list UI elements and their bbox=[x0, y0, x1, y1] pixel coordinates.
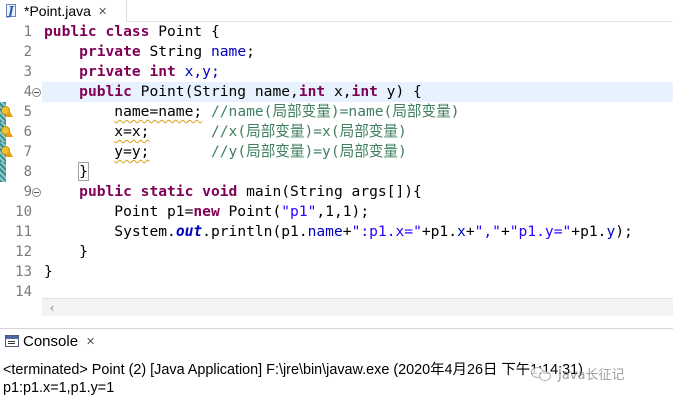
horizontal-scrollbar[interactable]: ‹ bbox=[42, 298, 673, 316]
line-number-gutter: 1 2 3 4 5 6 7 8 9 10 11 12 13 14 bbox=[0, 22, 42, 298]
editor-tab-bar: J *Point.java ✕ bbox=[0, 0, 673, 22]
warning-lightbulb-icon[interactable] bbox=[1, 146, 13, 158]
watermark-text: Java长征记 bbox=[558, 368, 625, 383]
console-icon bbox=[5, 335, 19, 347]
editor-tab-title: *Point.java bbox=[24, 3, 91, 19]
console-tab[interactable]: Console ✕ bbox=[0, 329, 95, 353]
current-code-line: public Point(String name,int x,int y) { bbox=[42, 82, 673, 102]
line-number: 11 bbox=[15, 224, 32, 240]
code-line: name=name; //name(局部变量)=name(局部变量) bbox=[114, 103, 460, 120]
warning-lightbulb-icon[interactable] bbox=[1, 106, 13, 118]
close-icon[interactable]: ✕ bbox=[86, 335, 95, 348]
console-tab-title: Console bbox=[23, 332, 79, 350]
fold-toggle-icon[interactable] bbox=[32, 88, 41, 97]
line-number: 13 bbox=[15, 264, 32, 280]
line-number: 8 bbox=[23, 164, 32, 180]
wechat-icon bbox=[531, 366, 553, 382]
code-line: x=x; //x(局部变量)=x(局部变量) bbox=[114, 123, 407, 140]
code-line: System.out.println(p1.name+":p1.x="+p1.x… bbox=[114, 223, 633, 240]
line-number: 1 bbox=[23, 24, 32, 40]
code-line: public static void main(String args[]){ bbox=[79, 183, 422, 200]
watermark: Java长征记 bbox=[531, 364, 624, 383]
console-tab-bar: Console ✕ bbox=[0, 328, 673, 352]
warning-lightbulb-icon[interactable] bbox=[1, 126, 13, 138]
line-number: 10 bbox=[15, 204, 32, 220]
editor-tab-point-java[interactable]: J *Point.java ✕ bbox=[0, 0, 127, 22]
code-line: } bbox=[78, 162, 89, 181]
code-line: y=y; //y(局部变量)=y(局部变量) bbox=[114, 143, 407, 160]
java-file-icon: J bbox=[4, 3, 20, 19]
change-marker bbox=[0, 162, 6, 182]
line-number: 3 bbox=[23, 64, 32, 80]
code-line: Point p1=new Point("p1",1,1); bbox=[114, 203, 370, 220]
close-icon[interactable]: ✕ bbox=[98, 6, 107, 17]
code-line: private int x,y; bbox=[79, 63, 220, 80]
fold-toggle-icon[interactable] bbox=[32, 188, 41, 197]
console-terminated-status: <terminated> Point (2) [Java Application… bbox=[3, 362, 583, 378]
line-number: 2 bbox=[23, 44, 32, 60]
code-line: public class Point { bbox=[44, 23, 220, 40]
line-number: 14 bbox=[15, 284, 32, 298]
code-editor[interactable]: 1 2 3 4 5 6 7 8 9 10 11 12 13 14 public … bbox=[0, 22, 673, 320]
line-number: 4 bbox=[23, 84, 32, 100]
line-number: 12 bbox=[15, 244, 32, 260]
console-output-line: p1:p1.x=1,p1.y=1 bbox=[3, 380, 115, 396]
code-text-area[interactable]: public class Point { private String name… bbox=[42, 22, 673, 298]
scroll-left-icon[interactable]: ‹ bbox=[45, 299, 59, 317]
code-line: private String name; bbox=[79, 43, 255, 60]
line-number: 9 bbox=[23, 184, 32, 200]
code-line: } bbox=[44, 263, 53, 280]
code-line: } bbox=[79, 243, 88, 260]
